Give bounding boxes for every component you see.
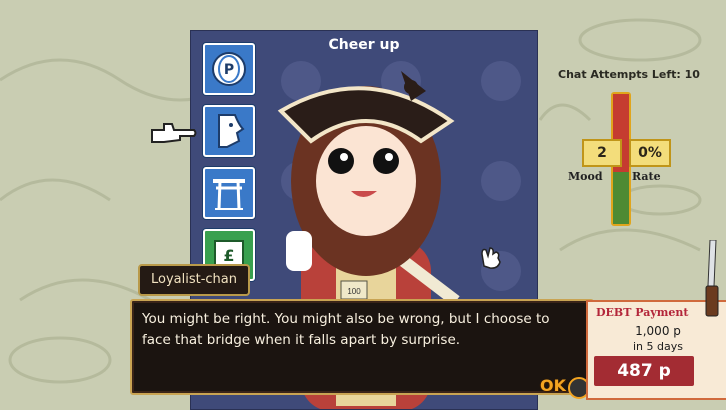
mood-label: Mood	[568, 170, 603, 183]
mood-value-box: 2	[582, 139, 622, 167]
dialog-line-2: face that bridge when it falls apart by …	[142, 332, 461, 348]
svg-text:£: £	[223, 246, 234, 265]
dialog-text: You might be right. You might also be wr…	[142, 309, 556, 351]
torii-gate-icon	[213, 179, 245, 210]
debt-payment-due: in 5 days	[633, 340, 683, 353]
knife-icon	[705, 240, 719, 317]
ok-button[interactable]: OK	[540, 376, 566, 395]
svg-text:P: P	[224, 62, 234, 78]
rate-value-box: 0%	[629, 139, 671, 167]
debt-payment-title: DEBT Payment	[596, 306, 689, 319]
money-balance: 487 p	[594, 356, 694, 386]
face-profile-icon	[218, 114, 245, 148]
coin-p-icon: P	[212, 52, 246, 86]
character-badge: 100	[347, 287, 361, 296]
dialog-line-1: You might be right. You might also be wr…	[142, 311, 550, 327]
mood-meter-fill	[613, 172, 629, 224]
pointing-hand-icon	[151, 123, 197, 143]
speaker-name-tag: Loyalist-chan	[138, 264, 250, 296]
hand-cursor-icon	[481, 247, 501, 269]
face-profile-button[interactable]	[203, 105, 255, 157]
chat-attempts-label: Chat Attempts Left: 10	[558, 68, 700, 81]
rate-label: Rate	[632, 170, 661, 183]
debt-payment-amount: 1,000 p	[635, 324, 681, 338]
dialog-box[interactable]: You might be right. You might also be wr…	[130, 299, 594, 395]
coin-p-button[interactable]: P	[203, 43, 255, 95]
torii-gate-button[interactable]	[203, 167, 255, 219]
